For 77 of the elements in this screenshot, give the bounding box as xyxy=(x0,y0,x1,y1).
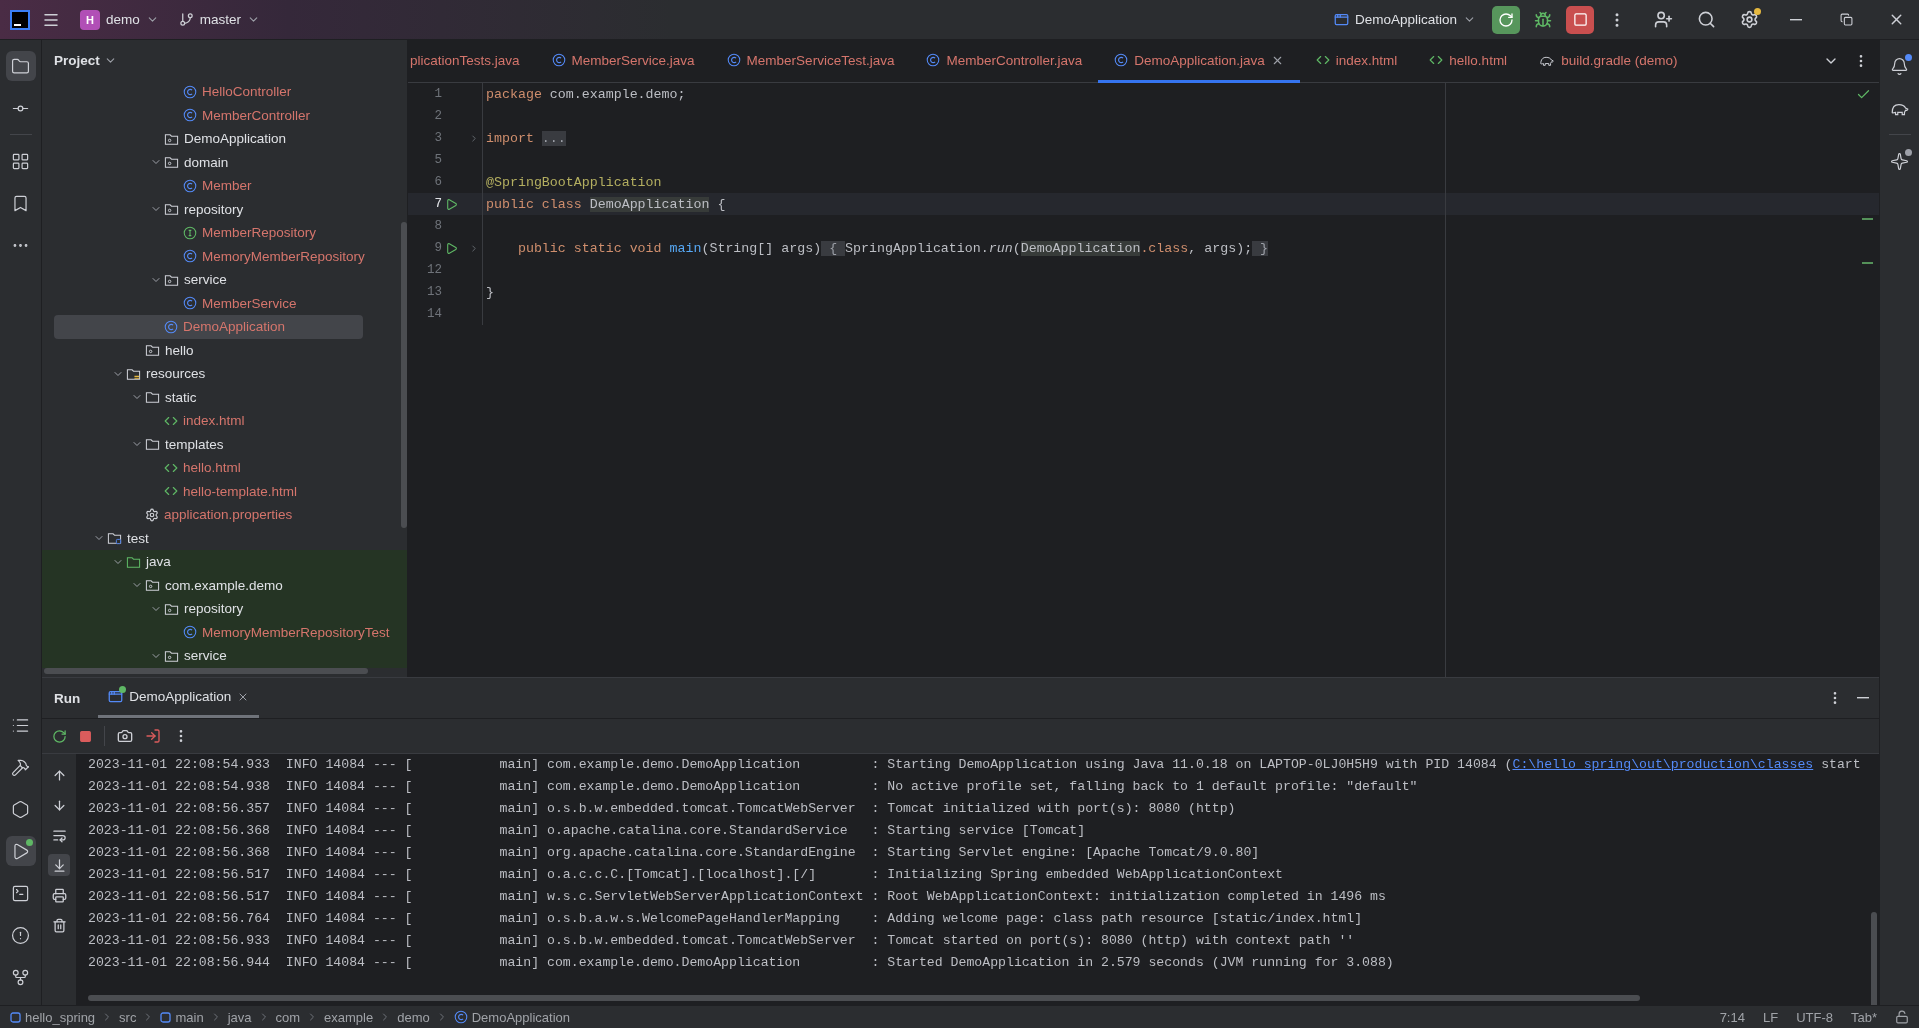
line-number: 5 xyxy=(433,153,442,167)
line-number: 9 xyxy=(433,241,442,255)
tree-item[interactable]: Member xyxy=(202,178,252,194)
tree-item[interactable]: templates xyxy=(165,436,224,452)
log-line: 2023-11-01 22:08:56.933 INFO 14084 --- [ main] o.s.b.w.embedded.tomcat.TomcatWebServer : Tomcat started on port(s): 8080 (http) with context path '' xyxy=(88,932,1356,950)
log-line: 2023-11-01 22:08:56.357 INFO 14084 --- [ main] o.s.b.w.embedded.tomcat.TomcatWebServer : Tomcat initialized with port(s): 8080 (http) xyxy=(88,800,1237,818)
log-line: 2023-11-01 22:08:54.933 INFO 14084 --- [ main] com.example.demo.DemoApplication : Starting DemoApplication using Java 11.0.18 on LAPTOP-0LJ0H5H9 with PID 14084 (C:\hello_spring\out\production\classes start xyxy=(88,756,1862,774)
line-number: 8 xyxy=(433,219,442,233)
line-number: 2 xyxy=(433,109,442,123)
code-line: @SpringBootApplication xyxy=(485,174,662,190)
tree-item[interactable]: index.html xyxy=(183,413,245,429)
tree-item[interactable]: service xyxy=(184,272,227,288)
line-number: 3 xyxy=(433,131,442,145)
cursor-position[interactable]: 7:14 xyxy=(1719,1009,1745,1025)
breadcrumb[interactable]: DemoApplication xyxy=(471,1009,570,1025)
line-number: 1 xyxy=(433,87,442,101)
tree-item[interactable]: hello.html xyxy=(183,460,241,476)
editor-tab[interactable]: MemberService.java xyxy=(535,40,711,83)
tree-item[interactable]: DemoApplication xyxy=(184,131,287,147)
tree-item[interactable]: application.properties xyxy=(164,507,293,523)
tree-item[interactable]: hello xyxy=(165,342,194,358)
editor-tab[interactable]: MemberController.java xyxy=(910,40,1099,83)
tree-item[interactable]: resources xyxy=(146,366,206,382)
tree-item[interactable]: test xyxy=(127,530,149,546)
line-number: 14 xyxy=(426,307,442,321)
project-selector[interactable]: H demo xyxy=(72,3,167,36)
line-number: 6 xyxy=(433,175,442,189)
log-line: 2023-11-01 22:08:56.517 INFO 14084 --- [ main] w.s.c.ServletWebServerApplicationContext : Root WebApplicationContext: initialization completed in 1496 ms xyxy=(88,888,1387,906)
code-line: public class DemoApplication { xyxy=(485,196,726,212)
editor-tab[interactable]: hello.html xyxy=(1413,40,1524,83)
tree-item[interactable]: static xyxy=(165,389,197,405)
project-badge: H xyxy=(80,9,100,30)
editor-tab[interactable]: MemberServiceTest.java xyxy=(710,40,911,83)
log-line: 2023-11-01 22:08:56.517 INFO 14084 --- [ main] o.a.c.c.C.[Tomcat].[localhost].[/] : Initializing Spring embedded WebApplicationContext xyxy=(88,866,1284,884)
log-line: 2023-11-01 22:08:56.368 INFO 14084 --- [ main] org.apache.catalina.core.StandardEngine : Starting Servlet engine: [Apache Tomcat/9.0.80] xyxy=(88,844,1261,862)
line-number: 13 xyxy=(426,285,442,299)
editor-tab[interactable]: DemoApplication.java xyxy=(1098,40,1300,83)
tree-item[interactable]: MemberController xyxy=(202,107,311,123)
code-line: package com.example.demo; xyxy=(485,86,686,102)
breadcrumb[interactable]: example xyxy=(324,1009,374,1025)
run-configuration-selector[interactable]: DemoApplication xyxy=(1325,6,1484,33)
breadcrumb[interactable]: com xyxy=(275,1009,301,1025)
path-link[interactable]: C:\hello_spring\out\production\classes xyxy=(1512,757,1814,772)
breadcrumb[interactable]: demo xyxy=(397,1009,430,1025)
line-number: 7 xyxy=(433,197,442,211)
indent-setting[interactable]: Tab* xyxy=(1850,1009,1877,1025)
line-ending[interactable]: LF xyxy=(1762,1009,1779,1025)
tree-item[interactable]: HelloController xyxy=(202,84,292,100)
panel-title[interactable]: Run xyxy=(54,678,99,718)
breadcrumb[interactable]: hello_spring xyxy=(25,1009,96,1025)
line-number: 12 xyxy=(426,263,442,277)
code-line: import ... xyxy=(485,130,566,146)
breadcrumb[interactable]: java xyxy=(227,1009,252,1025)
code-line: } xyxy=(485,284,494,300)
tree-item[interactable]: MemberRepository xyxy=(202,225,317,241)
tree-item[interactable]: DemoApplication xyxy=(183,319,286,335)
breadcrumb[interactable]: src xyxy=(119,1009,137,1025)
editor-tab[interactable]: build.gradle (demo) xyxy=(1523,40,1694,83)
tree-item[interactable]: repository xyxy=(184,601,244,617)
tree-item[interactable]: service xyxy=(184,648,227,664)
log-line: 2023-11-01 22:08:56.368 INFO 14084 --- [ main] o.apache.catalina.core.StandardService : Starting service [Tomcat] xyxy=(88,822,1087,840)
tree-item[interactable]: MemoryMemberRepository xyxy=(202,248,365,264)
tree-item[interactable]: repository xyxy=(184,201,244,217)
editor-tab[interactable]: index.html xyxy=(1299,40,1414,83)
branch-selector[interactable]: master xyxy=(170,6,269,33)
tree-item[interactable]: hello-template.html xyxy=(183,483,298,499)
code-line: public static void main(String[] args) { SpringApplication.run(DemoApplication.class, args); } xyxy=(516,240,1269,256)
log-line: 2023-11-01 22:08:54.938 INFO 14084 --- [ main] com.example.demo.DemoApplication : No active profile set, falling back to 1 default profile: "default" xyxy=(88,778,1419,796)
tree-item[interactable]: java xyxy=(146,554,171,570)
encoding[interactable]: UTF-8 xyxy=(1796,1009,1833,1025)
log-line: 2023-11-01 22:08:56.944 INFO 14084 --- [ main] com.example.demo.DemoApplication : Started DemoApplication in 2.579 seconds (JVM running for 3.088) xyxy=(88,954,1395,972)
tree-item[interactable]: MemberService xyxy=(202,295,297,311)
editor-tab[interactable]: plicationTests.java xyxy=(408,40,536,83)
tree-item[interactable]: domain xyxy=(184,154,229,170)
panel-title[interactable]: Project xyxy=(54,52,117,68)
breadcrumb[interactable]: main xyxy=(175,1009,204,1025)
log-line: 2023-11-01 22:08:56.764 INFO 14084 --- [ main] o.s.b.a.w.s.WelcomePageHandlerMapping : Adding welcome page: class path resource [static/index.html] xyxy=(88,910,1364,928)
